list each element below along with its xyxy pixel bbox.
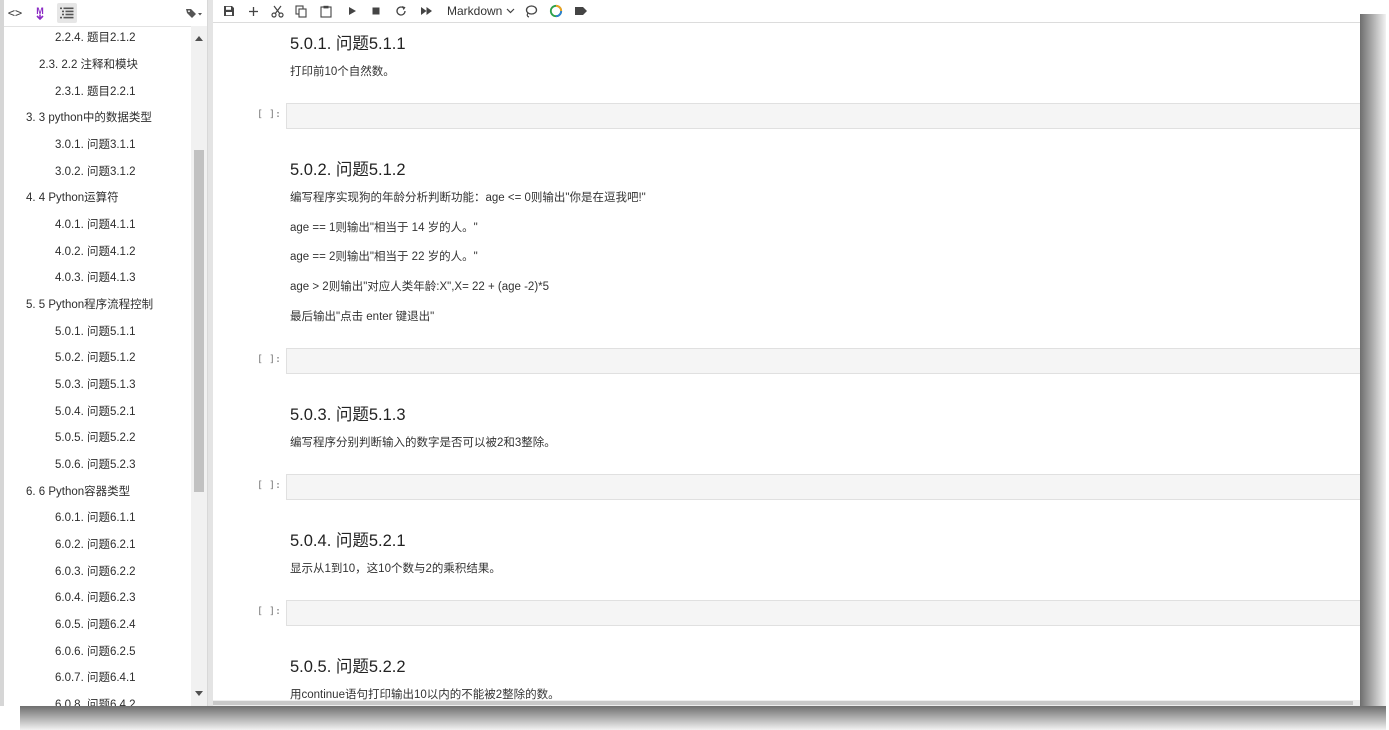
section-heading: 5.0.2. 问题5.1.2 [290, 161, 406, 179]
toc-item[interactable]: 5.0.3. 问题5.1.3 [55, 376, 136, 392]
toc-item[interactable]: 4.0.2. 问题4.1.2 [55, 243, 136, 259]
toc-item[interactable]: 5.0.2. 问题5.1.2 [55, 349, 136, 365]
toc-item[interactable]: 5. 5 Python程序流程控制 [26, 296, 153, 312]
toc-item[interactable]: 6.0.1. 问题6.1.1 [55, 509, 136, 525]
section-heading: 5.0.4. 问题5.2.1 [290, 532, 406, 550]
toc-item[interactable]: 4.0.3. 问题4.1.3 [55, 269, 136, 285]
copy-icon[interactable] [293, 2, 309, 20]
save-icon[interactable] [221, 2, 237, 20]
toc-item[interactable]: 5.0.6. 问题5.2.3 [55, 456, 136, 472]
scroll-up-arrow-icon[interactable] [195, 36, 203, 41]
sidebar-toolbar: <> M [4, 0, 207, 27]
code-cell[interactable] [286, 600, 1360, 626]
section-heading: 5.0.1. 问题5.1.1 [290, 35, 406, 53]
toc-list: 2.2.4. 题目2.1.2 2.3. 2.2 注释和模块 2.3.1. 题目2… [4, 26, 191, 706]
toc-item[interactable]: 6.0.5. 问题6.2.4 [55, 616, 136, 632]
markdown-paragraph: 编写程序分别判断输入的数字是否可以被2和3整除。 [290, 437, 556, 449]
toc-item[interactable]: 6.0.8. 问题6.4.2 [55, 696, 136, 706]
markdown-paragraph: 用continue语句打印输出10以内的不能被2整除的数。 [290, 689, 560, 700]
notebook-content: 5.0.1. 问题5.1.1 打印前10个自然数。 [ ]: 5.0.2. 问题… [213, 23, 1360, 700]
run-all-icon[interactable] [417, 2, 435, 20]
toc-item[interactable]: 6.0.3. 问题6.2.2 [55, 563, 136, 579]
toc-item[interactable]: 2.2.4. 题目2.1.2 [55, 29, 136, 45]
add-cell-icon[interactable] [245, 2, 261, 20]
chevron-down-icon [506, 8, 515, 14]
toc-sidebar: <> M 2.2.4. 题目2.1.2 2.3. 2.2 注释和模块 2.3.1… [4, 0, 208, 706]
toc-item[interactable]: 5.0.1. 问题5.1.1 [55, 323, 136, 339]
tag-dropdown-icon[interactable] [184, 3, 204, 23]
markdown-paragraph: 编写程序实现狗的年龄分析判断功能：age <= 0则输出"你是在逗我吧!" [290, 192, 646, 204]
lasso-icon[interactable] [522, 2, 540, 20]
tag-icon[interactable] [572, 2, 590, 20]
horizontal-scroll-thumb[interactable] [213, 701, 1353, 705]
section-heading: 5.0.3. 问题5.1.3 [290, 406, 406, 424]
cell-prompt: [ ]: [257, 109, 282, 120]
toc-item[interactable]: 4.0.1. 问题4.1.1 [55, 216, 136, 232]
scroll-down-arrow-icon[interactable] [195, 691, 203, 696]
toc-item[interactable]: 6.0.6. 问题6.2.5 [55, 643, 136, 659]
window-shadow-bottom [20, 706, 1386, 730]
kernel-status-icon[interactable] [547, 2, 565, 20]
cell-type-select[interactable]: Markdown [447, 2, 515, 20]
cut-icon[interactable] [269, 2, 285, 20]
sidebar-scrollbar[interactable] [191, 26, 207, 706]
markdown-paragraph: 打印前10个自然数。 [290, 66, 395, 78]
toc-list-icon[interactable] [57, 3, 77, 23]
code-cell[interactable] [286, 474, 1360, 500]
toc-item[interactable]: 3.0.2. 问题3.1.2 [55, 163, 136, 179]
toc-item[interactable]: 3.0.1. 问题3.1.1 [55, 136, 136, 152]
section-heading: 5.0.5. 问题5.2.2 [290, 658, 406, 676]
markdown-paragraph: age > 2则输出"对应人类年龄:X",X= 22 + (age -2)*5 [290, 281, 550, 293]
markdown-paragraph: age == 2则输出"相当于 22 岁的人。" [290, 251, 478, 263]
code-cell[interactable] [286, 348, 1360, 374]
cell-prompt: [ ]: [257, 354, 282, 365]
stop-icon[interactable] [368, 2, 384, 20]
notebook-panel: Markdown 5.0.1. 问题5.1.1 打印前10个自然数。 [ ]: … [213, 0, 1360, 706]
toc-item[interactable]: 3. 3 python中的数据类型 [26, 109, 152, 125]
sidebar-scroll-thumb[interactable] [194, 150, 204, 492]
toc-item[interactable]: 6.0.7. 问题6.4.1 [55, 669, 136, 685]
window-shadow-right [1360, 14, 1386, 730]
cell-prompt: [ ]: [257, 480, 282, 491]
toc-item[interactable]: 5.0.4. 问题5.2.1 [55, 403, 136, 419]
paste-icon[interactable] [318, 2, 334, 20]
markdown-paragraph: age == 1则输出"相当于 14 岁的人。" [290, 222, 478, 234]
toc-item[interactable]: 4. 4 Python运算符 [26, 189, 119, 205]
toc-item[interactable]: 5.0.5. 问题5.2.2 [55, 429, 136, 445]
toc-item[interactable]: 6.0.4. 问题6.2.3 [55, 589, 136, 605]
code-cell[interactable] [286, 103, 1360, 129]
restart-icon[interactable] [393, 2, 409, 20]
cell-type-label: Markdown [447, 4, 503, 18]
markdown-paragraph: 最后输出"点击 enter 键退出" [290, 311, 435, 323]
code-toggle-icon[interactable]: <> [6, 3, 24, 23]
run-icon[interactable] [344, 2, 360, 20]
toc-item[interactable]: 2.3.1. 题目2.2.1 [55, 83, 136, 99]
markdown-paragraph: 显示从1到10，这10个数与2的乘积结果。 [290, 563, 501, 575]
toc-item[interactable]: 6.0.2. 问题6.2.1 [55, 536, 136, 552]
toc-item[interactable]: 2.3. 2.2 注释和模块 [39, 56, 138, 72]
notebook-toolbar: Markdown [213, 0, 1360, 23]
cell-prompt: [ ]: [257, 606, 282, 617]
toc-item[interactable]: 6. 6 Python容器类型 [26, 483, 130, 499]
jupyter-window: <> M 2.2.4. 题目2.1.2 2.3. 2.2 注释和模块 2.3.1… [0, 0, 1360, 706]
markdown-toggle-icon[interactable]: M [31, 3, 49, 23]
